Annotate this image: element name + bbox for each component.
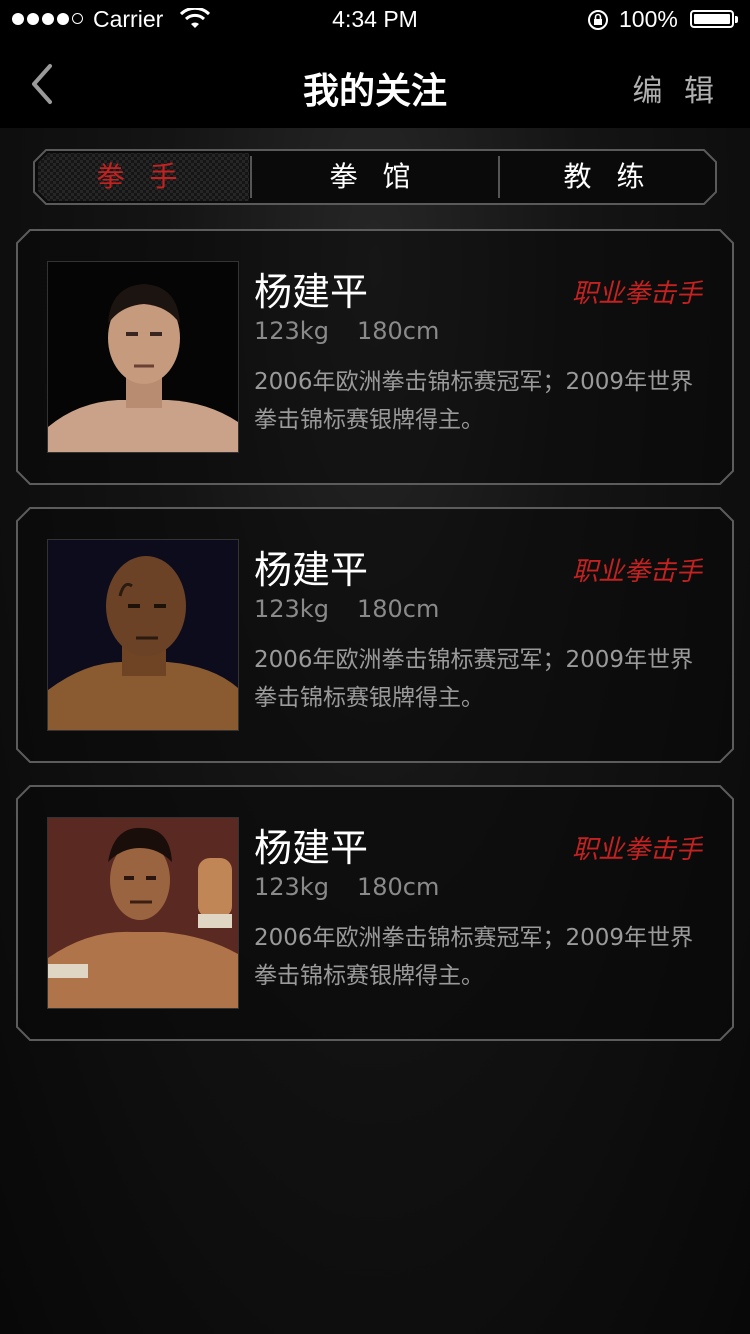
tab-coaches[interactable]: 教 练 [498, 148, 718, 206]
boxer-description: 2006年欧洲拳击锦标赛冠军；2009年世界拳击锦标赛银牌得主。 [254, 925, 694, 989]
boxer-stats: 123kg 180cm [254, 595, 439, 623]
boxer-description: 2006年欧洲拳击锦标赛冠军；2009年世界拳击锦标赛银牌得主。 [254, 647, 694, 711]
boxer-role: 职业拳击手 [571, 279, 702, 309]
boxer-photo [47, 261, 239, 453]
tab-boxers[interactable]: 拳 手 [32, 148, 250, 206]
boxer-card[interactable]: 杨建平 职业拳击手 123kg 180cm 2006年欧洲拳击锦标赛冠军；2009… [16, 507, 734, 763]
boxer-weight: 123kg [254, 873, 329, 901]
boxer-role: 职业拳击手 [571, 557, 702, 587]
boxer-card[interactable]: 杨建平 职业拳击手 123kg 180cm 2006年欧洲拳击锦标赛冠军；2009… [16, 785, 734, 1041]
boxer-name: 杨建平 [254, 826, 369, 870]
boxer-height: 180cm [356, 595, 440, 623]
boxer-photo [47, 539, 239, 731]
status-bar: Carrier 4:34 PM 100% [0, 0, 750, 40]
tab-gyms[interactable]: 拳 馆 [250, 148, 498, 206]
battery-percent: 100% [619, 6, 678, 32]
boxer-height: 180cm [356, 317, 440, 345]
rotation-lock-icon [588, 10, 608, 30]
boxer-weight: 123kg [254, 317, 329, 345]
boxer-description: 2006年欧洲拳击锦标赛冠军；2009年世界拳击锦标赛银牌得主。 [254, 369, 694, 433]
boxer-height: 180cm [356, 873, 440, 901]
boxer-stats: 123kg 180cm [254, 317, 439, 345]
category-tabs: 拳 手 拳 馆 教 练 [32, 148, 718, 206]
boxer-role: 职业拳击手 [571, 835, 702, 865]
boxer-card[interactable]: 杨建平 职业拳击手 123kg 180cm 2006年欧洲拳击锦标赛冠军；2009… [16, 229, 734, 485]
boxer-weight: 123kg [254, 595, 329, 623]
boxer-photo [47, 817, 239, 1009]
boxer-stats: 123kg 180cm [254, 873, 439, 901]
edit-button[interactable]: 编 辑 [632, 66, 720, 110]
boxer-name: 杨建平 [254, 270, 369, 314]
boxer-name: 杨建平 [254, 548, 369, 592]
battery-icon [690, 10, 738, 28]
navigation-bar: 我的关注 编 辑 [0, 40, 750, 128]
